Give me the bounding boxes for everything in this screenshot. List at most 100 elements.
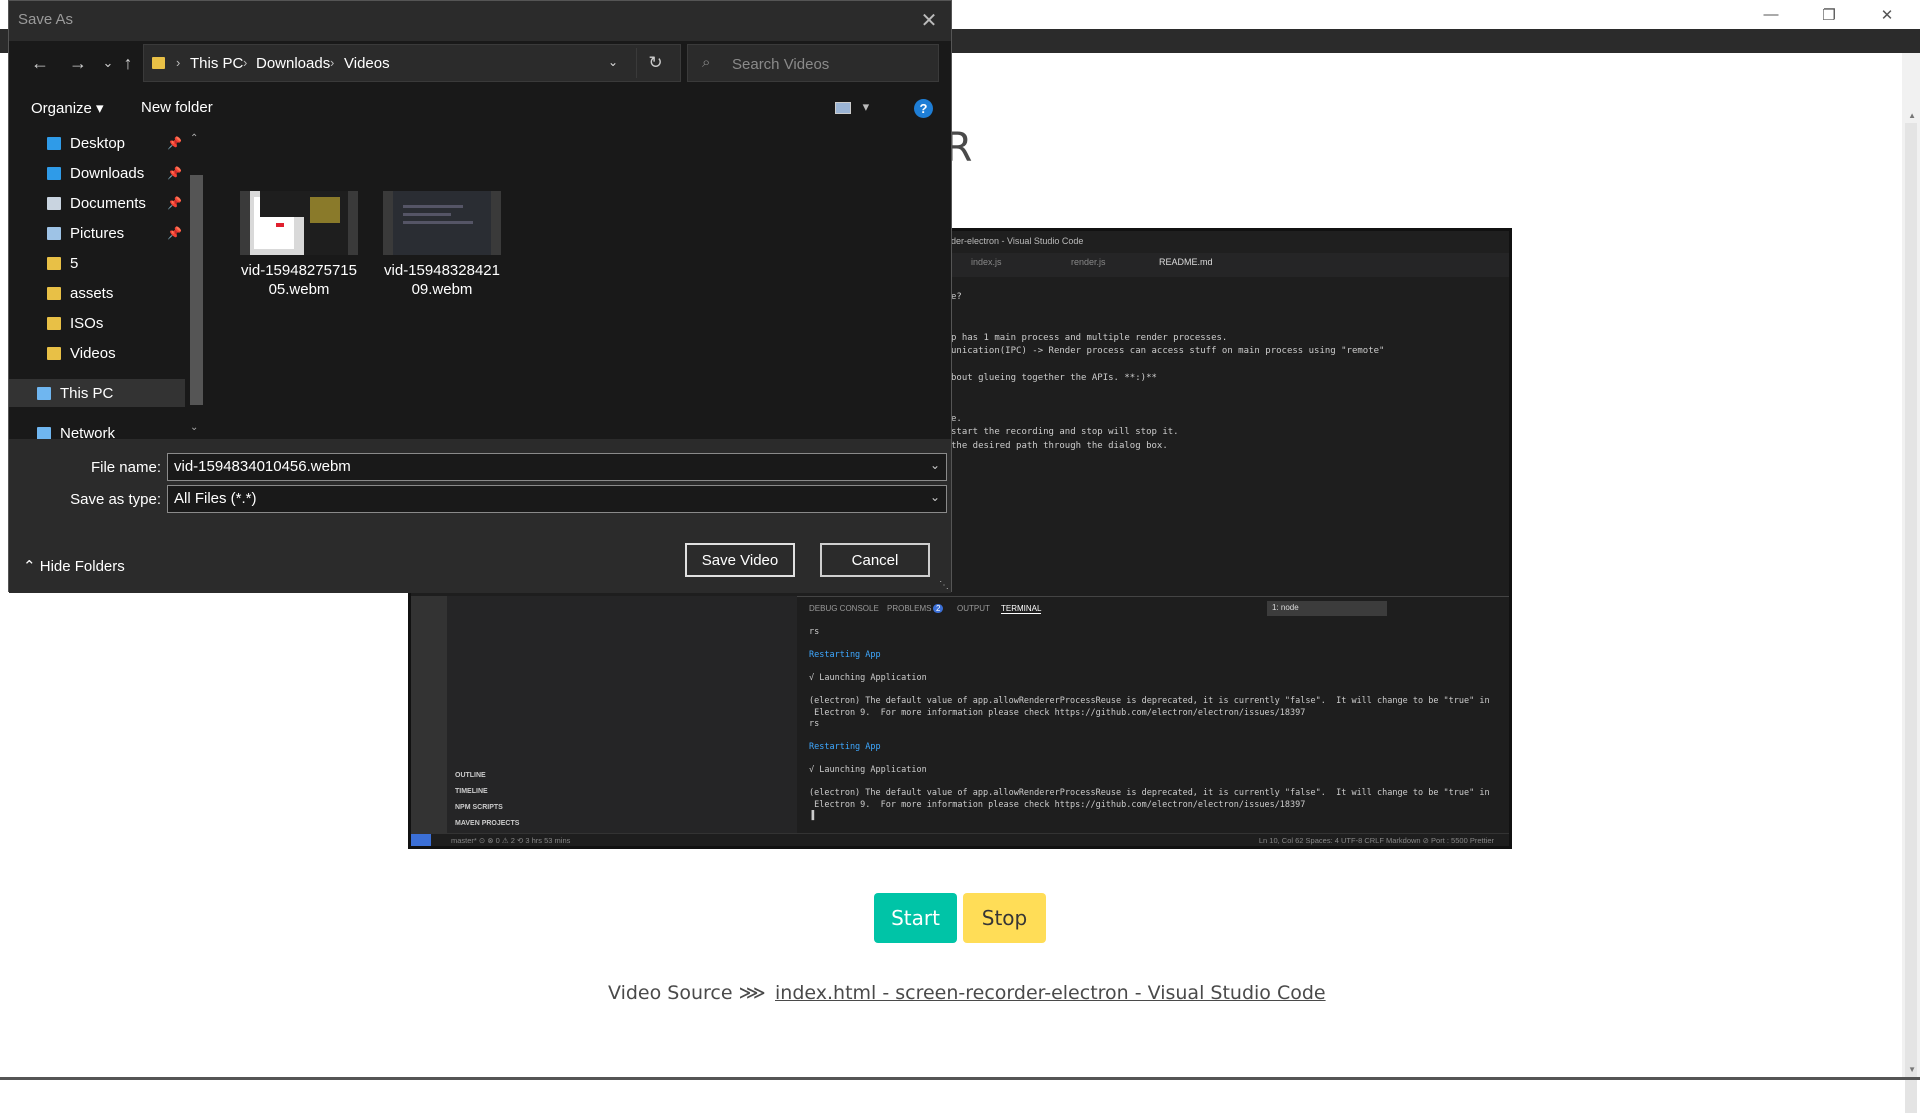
breadcrumb-videos[interactable]: Videos <box>344 55 390 72</box>
desktop-icon <box>47 136 61 150</box>
help-icon[interactable]: ? <box>914 99 933 118</box>
remote-indicator-icon <box>411 834 431 846</box>
forward-arrow-icon[interactable]: → <box>65 51 91 75</box>
preview-editor-line <box>951 386 1491 400</box>
breadcrumb-separator: › <box>176 55 181 70</box>
dialog-titlebar: Save As ✕ <box>9 1 951 39</box>
terminal-line: Restarting App <box>809 650 881 660</box>
terminal-line: Electron 9. For more information please … <box>809 799 1306 810</box>
preview-terminal-output: rs Restarting App √ Launching Application (… <box>809 627 1499 823</box>
app-scrollbar[interactable]: ▲ ▼ <box>1902 53 1920 1113</box>
file-item[interactable]: vid-15948328421 09.webm <box>378 191 506 299</box>
thumbnail-detail <box>403 213 451 216</box>
address-bar[interactable]: › This PC › Downloads › Videos ⌄ ↻ <box>143 44 681 82</box>
nav-item-label: Desktop <box>70 134 126 152</box>
file-list: vid-15948275715 05.webm vid-15948328421 … <box>205 129 951 439</box>
scroll-down-icon[interactable]: ⌄ <box>190 422 198 433</box>
nav-item-5[interactable]: 5 <box>9 249 185 277</box>
search-box[interactable]: ⌕ <box>687 44 939 82</box>
preview-activity-bar <box>411 596 447 846</box>
maximize-button[interactable]: ❐ <box>1806 0 1852 29</box>
hide-folders-button[interactable]: ⌃ Hide Folders <box>23 557 125 575</box>
chevron-down-icon[interactable]: ⌄ <box>930 458 940 472</box>
pin-icon: 📌 <box>167 196 182 210</box>
scroll-up-icon[interactable]: ▲ <box>1908 111 1916 120</box>
nav-item-assets[interactable]: assets <box>9 279 185 307</box>
breadcrumb-separator: › <box>330 55 335 70</box>
folder-icon <box>47 316 61 330</box>
nav-item-videos[interactable]: Videos <box>9 339 185 367</box>
cancel-button[interactable]: Cancel <box>820 543 930 577</box>
nav-item-label: 5 <box>70 254 79 272</box>
preview-editor-line <box>951 359 1491 373</box>
breadcrumb-downloads[interactable]: Downloads <box>256 55 330 72</box>
view-dropdown-caret-icon: ▾ <box>862 99 870 114</box>
nav-scroll-thumb[interactable] <box>190 175 203 405</box>
address-dropdown-chevron-icon[interactable]: ⌄ <box>608 55 618 69</box>
file-name-line: 09.webm <box>411 281 473 298</box>
resize-grip-icon[interactable]: ⋱ <box>939 580 949 591</box>
change-view-button[interactable]: ▾ <box>835 99 869 115</box>
refresh-icon[interactable]: ↻ <box>636 48 674 78</box>
search-input[interactable] <box>732 53 932 75</box>
nav-item-label: Downloads <box>70 164 145 182</box>
back-arrow-icon[interactable]: ← <box>27 51 53 75</box>
nav-item-label: assets <box>70 284 114 302</box>
terminal-line: Restarting App <box>809 742 881 752</box>
start-button[interactable]: Start <box>874 893 957 943</box>
nav-item-documents[interactable]: Documents 📌 <box>9 189 185 217</box>
up-arrow-icon[interactable]: ↑ <box>115 51 141 75</box>
nav-item-isos[interactable]: ISOs <box>9 309 185 337</box>
terminal-line: √ Launching Application <box>809 673 927 683</box>
save-as-type-select[interactable]: All Files (*.*) ⌄ <box>167 485 947 513</box>
download-icon <box>47 166 61 180</box>
preview-editor-line: start the recording and stop will stop i… <box>951 427 1179 437</box>
dialog-close-icon[interactable]: ✕ <box>915 6 943 34</box>
preview-tab: render.js <box>1071 257 1106 267</box>
nav-item-desktop[interactable]: Desktop 📌 <box>9 129 185 157</box>
organize-button[interactable]: Organize ▾ <box>31 99 104 117</box>
scroll-down-icon[interactable]: ▼ <box>1908 1065 1916 1074</box>
folder-icon <box>47 256 61 270</box>
video-source-link[interactable]: index.html - screen-recorder-electron - … <box>775 982 1326 1004</box>
stop-button[interactable]: Stop <box>963 893 1046 943</box>
view-options-icon <box>835 101 851 114</box>
thumbnail-detail <box>310 197 340 223</box>
file-name-field[interactable]: vid-1594834010456.webm ⌄ <box>167 453 947 481</box>
breadcrumb-separator: › <box>243 55 248 70</box>
nav-item-downloads[interactable]: Downloads 📌 <box>9 159 185 187</box>
video-thumbnail <box>383 191 501 255</box>
minimize-button[interactable]: — <box>1748 0 1794 29</box>
documents-icon <box>47 196 61 210</box>
terminal-line: √ Launching Application <box>809 765 927 775</box>
save-video-button[interactable]: Save Video <box>685 543 795 577</box>
preview-terminal-panel: DEBUG CONSOLE PROBLEMS 2 OUTPUT TERMINAL… <box>797 596 1509 841</box>
file-item[interactable]: vid-15948275715 05.webm <box>235 191 363 299</box>
folder-icon <box>152 57 165 69</box>
nav-item-pictures[interactable]: Pictures 📌 <box>9 219 185 247</box>
window-close-button[interactable]: ✕ <box>1864 0 1910 29</box>
chevron-down-icon[interactable]: ⌄ <box>930 490 940 504</box>
preview-panel-tab-terminal: TERMINAL <box>1001 604 1042 614</box>
scroll-up-icon[interactable]: ⌃ <box>190 133 198 144</box>
preview-status-left: master* ⊙ ⊗ 0 ⚠ 2 ⟲ 3 hrs 53 mins <box>451 836 571 845</box>
file-name-line: 05.webm <box>268 281 330 298</box>
app-scroll-thumb[interactable] <box>1905 123 1917 1113</box>
preview-status-right: Ln 10, Col 62 Spaces: 4 UTF-8 CRLF Markd… <box>1258 836 1494 845</box>
preview-editor-text: e? p has 1 main process and multiple rend… <box>951 291 1491 453</box>
preview-window-title: der-electron - Visual Studio Code <box>951 236 1084 246</box>
preview-tab-active: README.md <box>1159 257 1213 267</box>
terminal-line: (electron) The default value of app.allo… <box>809 788 1490 798</box>
nav-item-label: Documents <box>70 194 146 212</box>
new-folder-button[interactable]: New folder <box>141 99 213 116</box>
breadcrumb-this-pc[interactable]: This PC <box>190 55 243 72</box>
nav-item-this-pc[interactable]: This PC <box>9 379 185 407</box>
nav-pane-scrollbar[interactable]: ⌃ ⌄ <box>185 129 205 439</box>
dialog-title: Save As <box>18 11 74 28</box>
thumbnail-detail <box>260 191 304 217</box>
preview-statusbar: master* ⊙ ⊗ 0 ⚠ 2 ⟲ 3 hrs 53 mins Ln 10,… <box>411 833 1509 846</box>
